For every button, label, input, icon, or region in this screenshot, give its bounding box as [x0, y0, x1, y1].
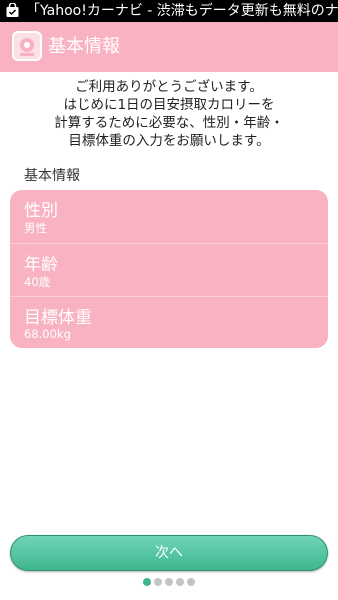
page-dot-active	[143, 578, 151, 586]
field-label: 性別	[24, 201, 58, 221]
intro-line: 計算するために必要な、性別・年齢・	[54, 115, 284, 131]
page-dot	[176, 578, 184, 586]
intro-line: 目標体重の入力をお願いします。	[68, 133, 270, 149]
target-weight-field[interactable]: 目標体重 68.00kg	[10, 296, 328, 348]
status-notification-text: 「Yahoo!カーナビ - 渋滞もデータ更新も無料のナ	[26, 3, 338, 19]
app-bar: 基本情報	[0, 22, 338, 72]
field-value: 68.00kg	[24, 327, 71, 341]
field-label: 年齢	[24, 255, 58, 275]
section-label: 基本情報	[24, 168, 80, 184]
next-button[interactable]: 次へ	[10, 535, 328, 571]
page-dot	[165, 578, 173, 586]
basic-info-card: 性別 男性 年齢 40歳 目標体重 68.00kg	[10, 190, 328, 348]
age-field[interactable]: 年齢 40歳	[10, 243, 328, 296]
app-logo-icon[interactable]	[12, 31, 42, 61]
field-value: 40歳	[24, 275, 51, 289]
gender-field[interactable]: 性別 男性	[10, 190, 328, 242]
field-value: 男性	[24, 221, 47, 235]
status-bar: 「Yahoo!カーナビ - 渋滞もデータ更新も無料のナ	[0, 0, 338, 22]
intro-line: はじめに1日の目安摂取カロリーを	[63, 97, 275, 113]
field-label: 目標体重	[24, 308, 92, 328]
page-dot	[187, 578, 195, 586]
intro-message: ご利用ありがとうございます。 はじめに1日の目安摂取カロリーを 計算するために必…	[0, 78, 338, 150]
shopping-bag-icon	[6, 3, 19, 17]
page-title: 基本情報	[48, 36, 120, 57]
intro-line: ご利用ありがとうございます。	[75, 79, 263, 95]
page-dot	[154, 578, 162, 586]
